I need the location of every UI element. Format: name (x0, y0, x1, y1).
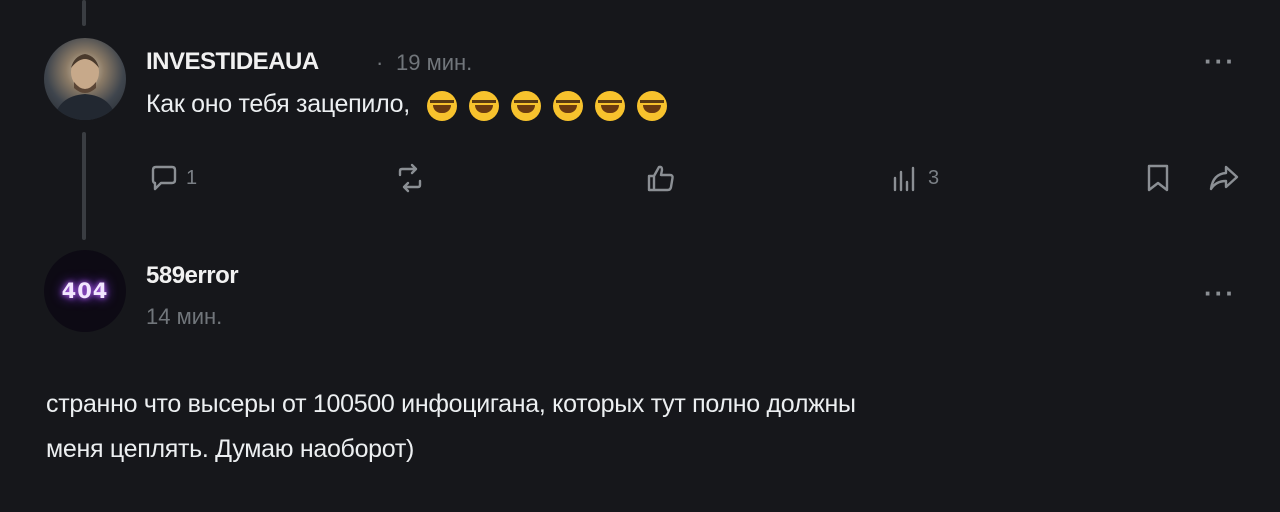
reply-count: 1 (186, 166, 198, 189)
reply-text-line-2: меня цеплять. Думаю наоборот) (46, 435, 415, 463)
avatar-589error[interactable]: 404 (44, 250, 126, 332)
thread-line-top (82, 0, 86, 26)
views-action[interactable]: 3 (890, 162, 939, 194)
person-photo-icon (54, 54, 116, 120)
post-text-content: Как оно тебя зацепило, (146, 90, 410, 118)
thumbs-up-icon (647, 165, 674, 192)
tears-of-joy-emoji-icon (594, 90, 625, 121)
repost-action[interactable] (394, 162, 432, 194)
bookmark-action[interactable] (1142, 162, 1174, 194)
post-text: Как оно тебя зацепило, (146, 90, 679, 121)
thread-line-connector (82, 132, 86, 240)
views-count: 3 (928, 166, 940, 189)
reply-action[interactable]: 1 (148, 162, 197, 194)
tears-of-joy-emoji-icon (510, 90, 541, 121)
reply-timestamp[interactable]: 14 мин. (146, 304, 222, 330)
post-separator: · (376, 50, 384, 75)
reply-bubble-icon (151, 165, 177, 191)
emoji-group (426, 90, 679, 121)
more-options-button[interactable]: ··· (1204, 46, 1236, 77)
post-timestamp[interactable]: 19 мин. (396, 50, 472, 76)
reply-more-options-button[interactable]: ··· (1204, 278, 1236, 309)
reply-author-name[interactable]: 589error (146, 262, 239, 290)
like-action[interactable] (645, 162, 683, 194)
share-arrow-icon (1209, 165, 1239, 191)
bookmark-icon (1147, 164, 1169, 192)
repost-icon (398, 163, 422, 193)
tears-of-joy-emoji-icon (552, 90, 583, 121)
tears-of-joy-emoji-icon (426, 90, 457, 121)
reply-text: странно что высеры от 100500 инфоцигана,… (46, 382, 1246, 472)
avatar-investideaua[interactable] (44, 38, 126, 120)
share-action[interactable] (1208, 162, 1240, 194)
tears-of-joy-emoji-icon (636, 90, 667, 121)
author-name[interactable]: INVESTIDEAUA (146, 48, 319, 76)
reply-text-line-1: странно что высеры от 100500 инфоцигана,… (46, 390, 856, 418)
tears-of-joy-emoji-icon (468, 90, 499, 121)
views-bar-chart-icon (893, 166, 915, 192)
avatar-logo-text: 404 (61, 279, 109, 303)
